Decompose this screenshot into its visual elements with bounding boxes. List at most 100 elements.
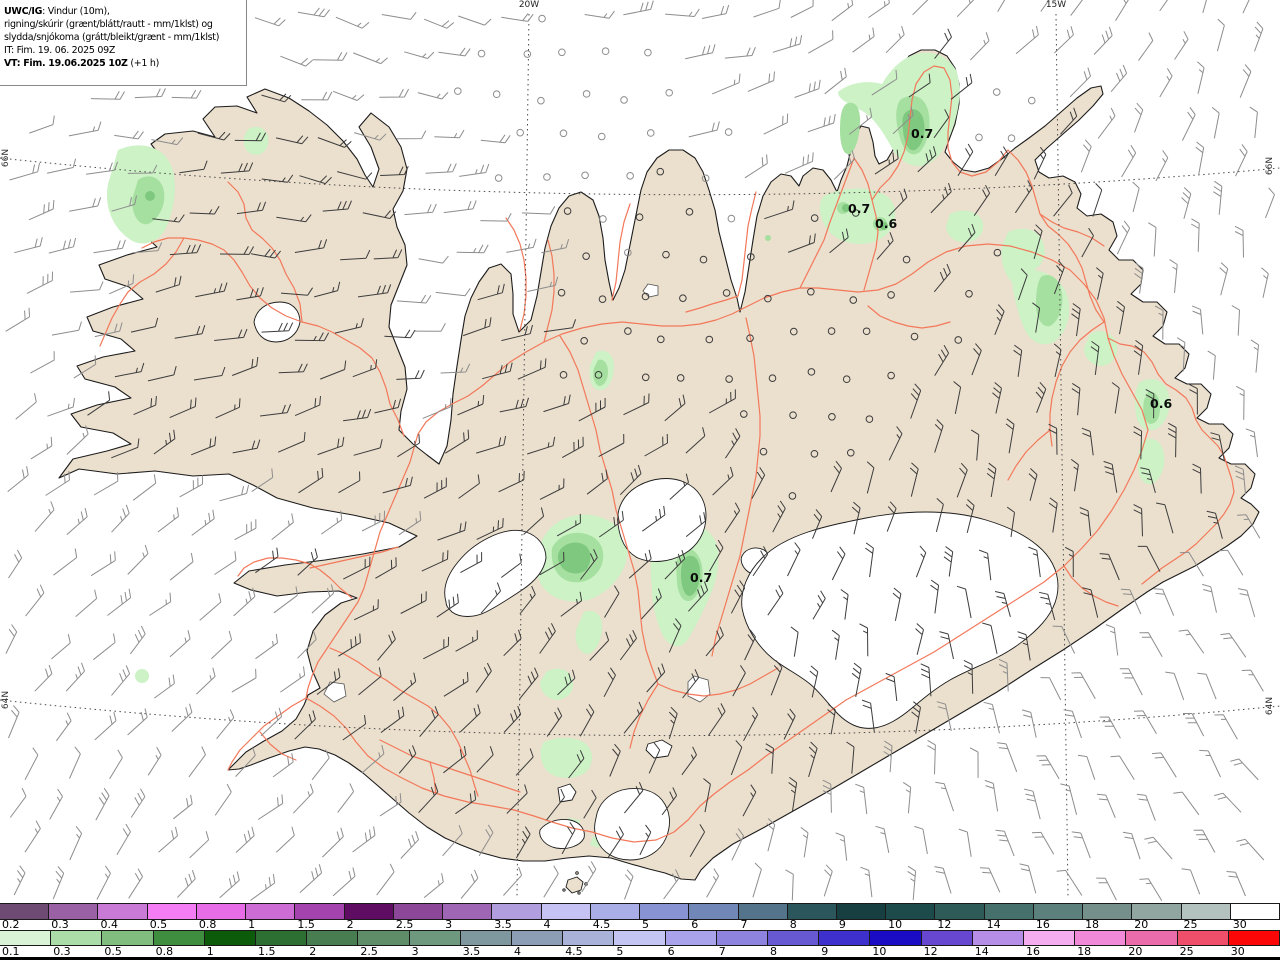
precip-value-label: 0.7 — [848, 201, 871, 216]
wind-barb-icon — [456, 244, 489, 254]
wind-barb-icon — [584, 10, 615, 19]
wind-barb-icon — [1193, 829, 1216, 853]
wind-barb-icon — [1169, 259, 1178, 293]
wind-barb-icon — [13, 865, 26, 896]
wind-barb-icon — [157, 507, 179, 533]
wind-barb-icon — [956, 0, 975, 18]
wind-barb-icon — [1159, 0, 1168, 12]
scale-tick-label: 5 — [616, 945, 624, 958]
wind-barb-icon — [1183, 713, 1205, 737]
wind-barb-icon — [543, 865, 559, 898]
wind-barb-icon — [665, 8, 700, 17]
wind-barb-icon — [260, 707, 283, 737]
wind-barb-icon — [1024, 788, 1041, 820]
wind-barb-icon — [51, 321, 82, 336]
scale-tick-label: 3.5 — [462, 945, 481, 958]
wind-barb-icon — [852, 27, 875, 53]
scale-tick-label: 0.1 — [2, 945, 20, 958]
scale-segment — [818, 930, 871, 946]
wind-barb-icon — [250, 874, 276, 901]
wind-barb-icon — [417, 92, 449, 100]
wind-barb-icon — [116, 823, 131, 856]
wind-barb-icon — [254, 17, 286, 27]
calm-wind-icon — [494, 174, 503, 182]
wind-barb-icon — [1219, 262, 1229, 296]
calm-wind-icon — [975, 133, 983, 142]
calm-wind-icon — [1027, 96, 1036, 105]
scale-segment — [1125, 930, 1178, 946]
wind-barb-icon — [1144, 836, 1173, 860]
scale-tick-label: 30 — [1230, 945, 1245, 958]
wind-barb-icon — [171, 703, 193, 732]
wind-barb-icon — [169, 552, 194, 581]
scale-segment — [408, 930, 461, 946]
wind-barb-icon — [9, 162, 40, 181]
parallel-label-66n-right: 66N — [1265, 156, 1275, 176]
wind-barb-icon — [415, 323, 446, 332]
meridian-label-15w: 15W — [1045, 0, 1067, 10]
wind-barb-icon — [322, 827, 344, 858]
wind-barb-icon — [1211, 107, 1220, 139]
scale-segment — [357, 930, 410, 946]
scale-segment — [0, 930, 52, 946]
scale-segment — [562, 930, 615, 946]
wind-barb-icon — [969, 747, 979, 778]
wind-barb-icon — [93, 472, 119, 496]
wind-barb-icon — [434, 129, 465, 139]
weather-map-page: { "title_box": { "lines": [ {"bold": "UW… — [0, 0, 1280, 960]
wind-barb-icon — [211, 630, 233, 660]
calm-wind-icon — [724, 128, 733, 136]
wind-barb-icon — [379, 88, 410, 98]
calm-wind-icon — [626, 172, 634, 180]
calm-wind-icon — [620, 96, 628, 104]
scale-tick-label: 14 — [974, 945, 989, 958]
wind-barb-icon — [109, 749, 123, 780]
title-line-validtime: VT: Fim. 19.06.2025 10Z (+1 h) — [4, 58, 159, 69]
scale-tick-label: 2 — [309, 945, 317, 958]
wind-barb-icon — [1155, 150, 1169, 182]
parallel-label-64n-left: 64N — [1, 690, 11, 710]
wind-barb-icon — [1122, 831, 1141, 860]
calm-wind-icon — [523, 50, 532, 58]
wind-barb-icon — [1070, 0, 1083, 16]
wind-barb-icon — [868, 0, 890, 19]
wind-barb-icon — [149, 592, 172, 616]
wind-barb-icon — [1250, 339, 1259, 373]
wind-barb-icon — [1174, 31, 1189, 60]
wind-barb-icon — [958, 828, 972, 857]
wind-barb-icon — [1080, 139, 1092, 173]
wind-barb-icon — [147, 747, 162, 776]
wind-barb-icon — [92, 633, 116, 661]
glacier-myrdalsjokull — [594, 788, 670, 861]
wind-barb-icon — [1136, 793, 1156, 821]
wind-barb-icon — [219, 871, 240, 899]
map-canvas — [0, 0, 1280, 902]
scale-tick-label: 12 — [923, 945, 938, 958]
wind-barb-icon — [1220, 633, 1247, 658]
wind-barb-icon — [1139, 632, 1163, 658]
wind-barb-icon — [927, 739, 936, 775]
wind-barb-icon — [48, 237, 77, 254]
wind-barb-icon — [404, 203, 437, 216]
scale-tick-label: 20 — [1128, 945, 1143, 958]
rain-scale-labels: 0.2 0.3 0.4 0.5 0.8 1 1.5 2 2.5 3 3.5 4 4.5 5 6 7 8 9 10 12… — [0, 918, 1280, 931]
wind-barb-icon — [1236, 838, 1265, 861]
wind-barb-icon — [1181, 868, 1201, 895]
wind-barb-icon — [1116, 220, 1131, 255]
wind-barb-icon — [93, 239, 126, 254]
wind-barb-icon — [1153, 588, 1175, 616]
wind-barb-icon — [1165, 671, 1185, 701]
wind-barb-icon — [1214, 714, 1238, 740]
wind-barb-icon — [15, 393, 37, 420]
wind-barb-icon — [233, 587, 256, 617]
wind-barb-icon — [49, 788, 63, 820]
title-line-sleet: slydda/snjókoma (grátt/bleikt/grænt - mm… — [4, 32, 220, 43]
wind-barb-icon — [1237, 588, 1256, 618]
wind-barb-icon — [1181, 187, 1192, 219]
wind-barb-icon — [381, 11, 417, 20]
wind-barb-icon — [271, 513, 294, 540]
wind-barb-icon — [128, 868, 143, 899]
wind-barb-icon — [1138, 32, 1154, 61]
wind-barb-icon — [154, 674, 175, 699]
wind-barb-icon — [7, 466, 29, 492]
